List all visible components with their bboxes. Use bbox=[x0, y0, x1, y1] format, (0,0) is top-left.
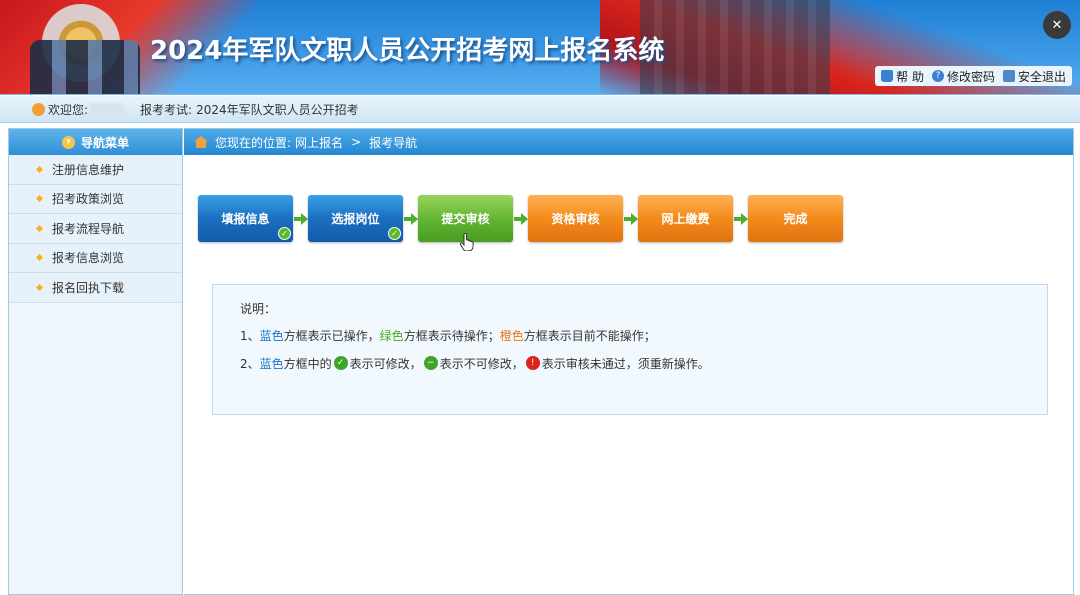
sidebar-item-receipt-download[interactable]: 报名回执下载 bbox=[9, 273, 182, 303]
exit-icon bbox=[1002, 70, 1015, 82]
exam-label: 报考考试: bbox=[140, 102, 193, 117]
header-soldiers-photo bbox=[640, 0, 830, 94]
menu-down-icon: ▾ bbox=[61, 135, 75, 149]
line-text: 表示可修改， bbox=[349, 356, 422, 371]
step-fill-info[interactable]: 填报信息 ✓ bbox=[198, 195, 293, 242]
check-icon: ✓ bbox=[278, 227, 291, 240]
instructions-box: 说明： 1、 蓝色 方框表示已操作， 绿色 方框表示待操作； 橙色 方框表示目前… bbox=[212, 284, 1048, 415]
step-label: 填报信息 bbox=[221, 212, 270, 226]
page-header: 2024年军队文职人员公开招考网上报名系统 帮 助 ? 修改密码 安全退出 bbox=[0, 0, 1080, 95]
instructions-line-2: 2、 蓝色 方框中的 ✓ 表示可修改， − 表示不可修改， ! 表示审核未通过，… bbox=[240, 349, 1047, 377]
sidebar-item-label: 报考流程导航 bbox=[52, 221, 125, 236]
main-content: 您现在的位置: 网上报名 > 报考导航 填报信息 ✓ 选报岗位 ✓ 提交审核 资… bbox=[184, 128, 1074, 595]
lock-icon bbox=[881, 70, 894, 82]
site-title: 2024年军队文职人员公开招考网上报名系统 bbox=[150, 36, 665, 66]
bullet-icon bbox=[35, 283, 44, 291]
sidebar-item-application-info[interactable]: 报考信息浏览 bbox=[9, 243, 182, 273]
help-label: 帮 助 bbox=[896, 69, 924, 84]
check-circle-icon: ✓ bbox=[333, 356, 348, 370]
step-label: 完成 bbox=[783, 212, 808, 226]
change-password-link[interactable]: ? 修改密码 bbox=[931, 68, 995, 85]
step-online-payment[interactable]: 网上缴费 bbox=[638, 195, 733, 242]
line-text: 方框中的 bbox=[283, 356, 332, 371]
collapse-icon: ✕ bbox=[1051, 17, 1063, 33]
help-link[interactable]: 帮 助 bbox=[881, 68, 924, 85]
line-text: 表示审核未通过，须重新操作。 bbox=[541, 356, 710, 371]
breadcrumb-level1[interactable]: 网上报名 bbox=[295, 134, 343, 151]
sidebar-item-register-info[interactable]: 注册信息维护 bbox=[9, 155, 182, 185]
line-text: 方框表示待操作； bbox=[403, 328, 500, 343]
step-select-position[interactable]: 选报岗位 ✓ bbox=[308, 195, 403, 242]
logout-link[interactable]: 安全退出 bbox=[1002, 68, 1066, 85]
sidebar-item-label: 注册信息维护 bbox=[52, 162, 125, 177]
arrow-right-icon bbox=[403, 212, 418, 226]
step-label: 提交审核 bbox=[441, 212, 490, 226]
blue-word: 蓝色 bbox=[259, 328, 284, 343]
process-steps: 填报信息 ✓ 选报岗位 ✓ 提交审核 资格审核 网上缴费 完成 bbox=[198, 195, 843, 251]
error-circle-icon: ! bbox=[525, 356, 540, 370]
step-label: 选报岗位 bbox=[331, 212, 380, 226]
sidebar-item-process-guide[interactable]: 报考流程导航 bbox=[9, 214, 182, 244]
line-number: 1、 bbox=[240, 328, 260, 343]
change-password-label: 修改密码 bbox=[946, 69, 995, 84]
sidebar-title: 导航菜单 bbox=[80, 135, 129, 150]
line-text: 方框表示目前不能操作； bbox=[523, 328, 656, 343]
top-links: 帮 助 ? 修改密码 安全退出 bbox=[875, 66, 1072, 86]
sidebar-item-label: 报考信息浏览 bbox=[52, 251, 125, 266]
sidebar-item-policy[interactable]: 招考政策浏览 bbox=[9, 184, 182, 214]
line-number: 2、 bbox=[240, 356, 260, 371]
header-soldiers-left bbox=[30, 40, 140, 94]
bullet-icon bbox=[35, 195, 44, 203]
step-complete[interactable]: 完成 bbox=[748, 195, 843, 242]
breadcrumb-separator: > bbox=[351, 135, 362, 149]
question-icon: ? bbox=[931, 70, 944, 82]
welcome-bar: 欢迎您: 报考考试: 2024年军队文职人员公开招考 bbox=[0, 96, 1080, 123]
breadcrumb-level2: 报考导航 bbox=[369, 135, 418, 150]
breadcrumb: 您现在的位置: 网上报名 > 报考导航 bbox=[184, 129, 1073, 155]
sidebar-header: ▾ 导航菜单 bbox=[9, 129, 182, 155]
logout-label: 安全退出 bbox=[1017, 69, 1066, 84]
instructions-heading: 说明： bbox=[240, 301, 277, 316]
step-label: 资格审核 bbox=[551, 212, 600, 226]
minus-circle-icon: − bbox=[423, 356, 438, 370]
green-word: 绿色 bbox=[379, 328, 404, 343]
bullet-icon bbox=[35, 224, 44, 232]
exam-name: 2024年军队文职人员公开招考 bbox=[196, 102, 359, 117]
step-label: 网上缴费 bbox=[661, 212, 710, 226]
bullet-icon bbox=[35, 165, 44, 173]
user-icon bbox=[32, 102, 45, 116]
step-submit-review[interactable]: 提交审核 bbox=[418, 195, 513, 251]
arrow-right-icon bbox=[623, 212, 638, 226]
welcome-greeting: 欢迎您: bbox=[48, 102, 89, 117]
sidebar-item-label: 报名回执下载 bbox=[52, 280, 125, 295]
arrow-right-icon bbox=[733, 212, 748, 226]
breadcrumb-prefix: 您现在的位置: bbox=[215, 135, 292, 150]
arrow-right-icon bbox=[293, 212, 308, 226]
line-text: 表示不可修改， bbox=[439, 356, 524, 371]
sidebar-item-label: 招考政策浏览 bbox=[52, 192, 125, 207]
blue-word: 蓝色 bbox=[259, 356, 284, 371]
instructions-line-1: 1、 蓝色 方框表示已操作， 绿色 方框表示待操作； 橙色 方框表示目前不能操作… bbox=[240, 321, 1047, 349]
check-icon: ✓ bbox=[388, 227, 401, 240]
arrow-right-icon bbox=[513, 212, 528, 226]
home-icon bbox=[194, 136, 208, 148]
close-overlay-button[interactable]: ✕ bbox=[1043, 11, 1071, 39]
line-text: 方框表示已操作， bbox=[283, 328, 380, 343]
step-qualification-review[interactable]: 资格审核 bbox=[528, 195, 623, 242]
bullet-icon bbox=[35, 254, 44, 262]
hand-cursor-icon bbox=[460, 233, 474, 251]
redacted-username bbox=[90, 103, 125, 115]
orange-word: 橙色 bbox=[499, 328, 524, 343]
sidebar-nav: ▾ 导航菜单 注册信息维护 招考政策浏览 报考流程导航 报考信息浏览 报名回执下… bbox=[8, 128, 183, 595]
